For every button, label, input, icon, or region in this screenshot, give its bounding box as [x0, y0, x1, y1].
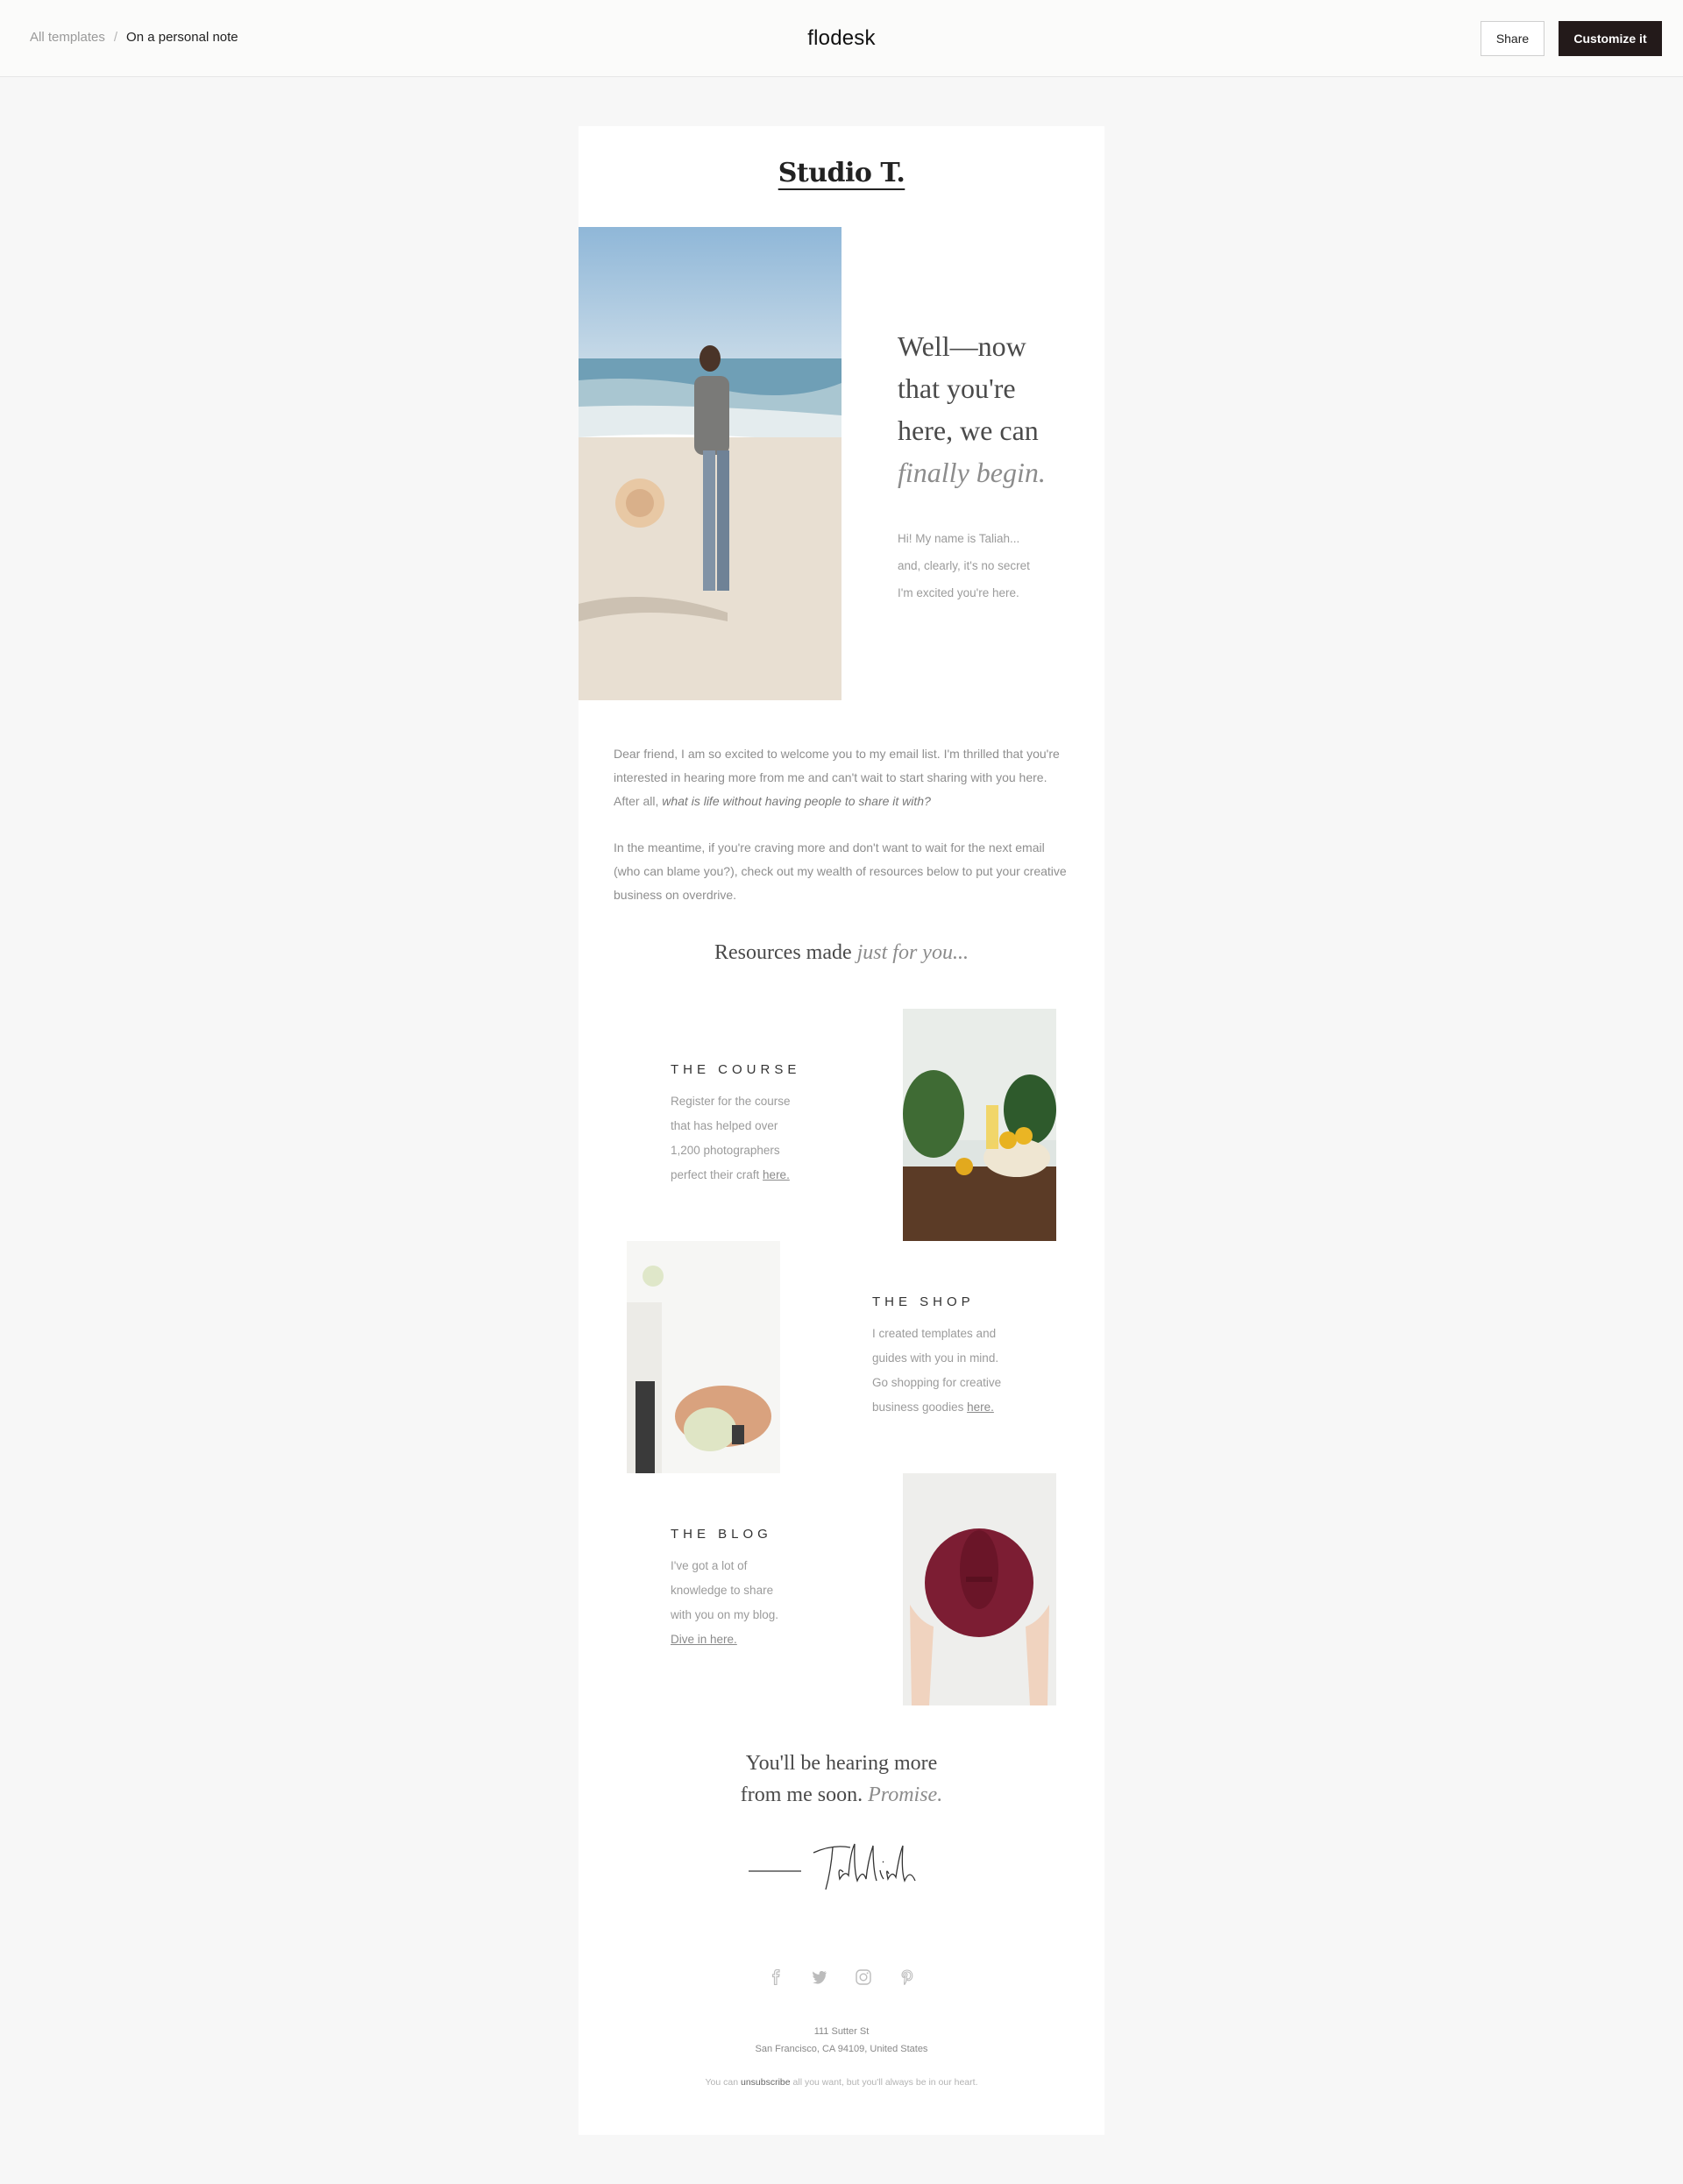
footer-text: You can — [705, 2077, 741, 2088]
hero-subtext-line: Hi! My name is Taliah... — [898, 532, 1020, 545]
instagram-icon[interactable] — [855, 1968, 872, 1986]
blog-line: knowledge to share — [671, 1584, 774, 1597]
address-line: 111 Sutter St — [813, 2026, 870, 2037]
closing-message: You'll be hearing more from me soon. Pro… — [579, 1748, 1104, 1811]
blog-line: I've got a lot of — [671, 1559, 748, 1572]
shop-link[interactable]: here. — [967, 1400, 994, 1414]
intro-line: interested in hearing more from me and c… — [614, 770, 1047, 784]
brand-logo[interactable]: flodesk — [0, 26, 1683, 51]
course-title: THE COURSE — [671, 1062, 801, 1077]
closing-line: from me soon. — [740, 1783, 869, 1806]
resources-title-text: Resources made — [714, 941, 857, 964]
shop-photo — [627, 1241, 780, 1473]
blog-photo-art — [903, 1473, 1056, 1705]
blog-title: THE BLOG — [671, 1527, 772, 1542]
course-line: that has helped over — [671, 1119, 778, 1132]
hero-heading-line: that you're — [898, 372, 1016, 404]
facebook-icon[interactable] — [767, 1968, 785, 1986]
hero-heading-line: Well—now — [898, 330, 1026, 362]
twitter-icon[interactable] — [811, 1968, 828, 1986]
hero-subtext-line: I'm excited you're here. — [898, 586, 1019, 599]
hero-photo — [579, 227, 842, 700]
email-preview: Studio T. Well—now that you're here, we … — [579, 126, 1104, 2135]
intro-paragraph-1: Dear friend, I am so excited to welcome … — [614, 742, 1078, 813]
intro-italic: what is life without having people to sh… — [662, 794, 931, 808]
signature-art — [749, 1843, 916, 1890]
resources-title-italic: just for you... — [856, 941, 969, 964]
closing-italic: Promise. — [868, 1783, 943, 1806]
blog-text: I've got a lot of knowledge to share wit… — [671, 1554, 811, 1652]
course-link[interactable]: here. — [763, 1168, 790, 1181]
shop-text: I created templates and guides with you … — [872, 1322, 1012, 1420]
studio-logo-text: Studio T. — [778, 158, 905, 188]
footer-text: all you want, but you'll always be in ou… — [790, 2077, 978, 2088]
studio-logo: Studio T. — [579, 158, 1104, 188]
hero-heading-italic: finally begin. — [898, 457, 1046, 488]
shop-line: guides with you in mind. — [872, 1351, 999, 1365]
blog-photo — [903, 1473, 1056, 1705]
mailing-address: 111 Sutter St San Francisco, CA 94109, U… — [579, 2023, 1104, 2058]
hero-heading: Well—now that you're here, we can finall… — [898, 325, 1082, 493]
unsubscribe-link[interactable]: unsubscribe — [741, 2077, 791, 2088]
hero-subtext-line: and, clearly, it's no secret — [898, 559, 1030, 572]
closing-line: You'll be hearing more — [745, 1752, 938, 1775]
shop-line: Go shopping for creative — [872, 1376, 1002, 1389]
social-links — [579, 1968, 1104, 1986]
pinterest-icon[interactable] — [898, 1968, 916, 1986]
hero-subtext: Hi! My name is Taliah... and, clearly, i… — [898, 525, 1073, 606]
intro-line: (who can blame you?), check out my wealt… — [614, 864, 1067, 878]
course-line: 1,200 photographers — [671, 1144, 780, 1157]
intro-line: business on overdrive. — [614, 888, 737, 902]
hero-heading-line: here, we can — [898, 415, 1039, 446]
course-photo — [903, 1009, 1056, 1241]
footer-note: You can unsubscribe all you want, but yo… — [579, 2077, 1104, 2088]
course-line: Register for the course — [671, 1095, 791, 1108]
blog-link[interactable]: Dive in here. — [671, 1633, 737, 1646]
intro-paragraph-2: In the meantime, if you're craving more … — [614, 836, 1078, 907]
shop-line: I created templates and — [872, 1327, 997, 1340]
course-photo-art — [903, 1009, 1056, 1241]
address-line: San Francisco, CA 94109, United States — [755, 2044, 928, 2054]
intro-line: After all, — [614, 794, 663, 808]
course-line: perfect their craft — [671, 1168, 763, 1181]
intro-line: Dear friend, I am so excited to welcome … — [614, 747, 1060, 761]
share-button[interactable]: Share — [1481, 21, 1545, 56]
shop-photo-art — [627, 1241, 780, 1473]
shop-title: THE SHOP — [872, 1294, 975, 1309]
signature — [745, 1835, 938, 1897]
hero-photo-art — [579, 227, 842, 700]
blog-line: with you on my blog. — [671, 1608, 779, 1621]
shop-line: business goodies — [872, 1400, 968, 1414]
resources-title: Resources made just for you... — [579, 941, 1104, 965]
customize-button[interactable]: Customize it — [1559, 21, 1662, 56]
intro-line: In the meantime, if you're craving more … — [614, 840, 1045, 854]
top-bar: All templates / On a personal note flode… — [0, 0, 1683, 77]
course-text: Register for the course that has helped … — [671, 1089, 811, 1188]
